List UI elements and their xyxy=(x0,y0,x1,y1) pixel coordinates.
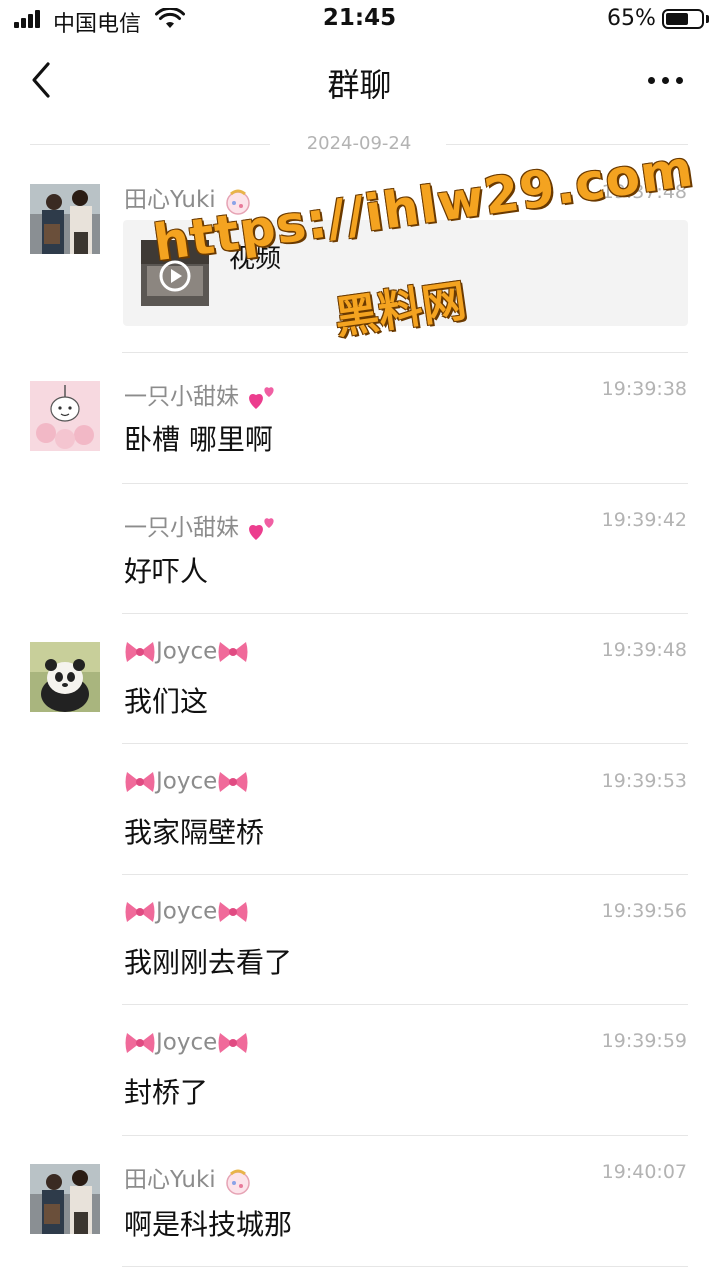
message-separator xyxy=(122,483,688,484)
message-text: 卧槽 哪里啊 xyxy=(124,423,273,456)
sender-name-text: 一只小甜妹 xyxy=(124,384,239,410)
video-message-card[interactable]: 视频 xyxy=(123,220,688,326)
sender-name-text: Joyce xyxy=(156,638,218,665)
battery-fill xyxy=(666,13,689,25)
message-text: 我家隔壁桥 xyxy=(124,816,265,849)
ribbon-icon xyxy=(125,902,155,922)
message-separator xyxy=(122,352,688,353)
message-text: 啊是科技城那 xyxy=(124,1208,293,1241)
sender-name: Joyce xyxy=(124,898,249,926)
sender-name: Joyce xyxy=(124,768,249,796)
sender-name-text: Joyce xyxy=(156,1029,218,1056)
sender-name-text: 一只小甜妹 xyxy=(124,515,239,541)
message-separator xyxy=(122,874,688,875)
message-separator xyxy=(122,1004,688,1005)
message-separator xyxy=(122,1266,688,1267)
ribbon-icon xyxy=(218,772,248,792)
ribbon-icon xyxy=(218,642,248,662)
message-time: 19:39:38 xyxy=(601,378,687,400)
page-title: 群聊 xyxy=(327,66,392,104)
message-separator xyxy=(122,1135,688,1136)
sender-name: Joyce xyxy=(124,638,249,666)
sender-name-text: Joyce xyxy=(156,898,218,925)
sender-name-text: 田心Yuki xyxy=(124,1167,216,1193)
message-time: 19:39:56 xyxy=(601,900,687,922)
message-time: 19:39:59 xyxy=(601,1030,687,1052)
sender-name-text: Joyce xyxy=(156,768,218,795)
message-separator xyxy=(122,613,688,614)
message-time: 19:39:53 xyxy=(601,770,687,792)
panda-avatar[interactable] xyxy=(30,642,100,712)
status-bar: 中国电信 21:45 65% xyxy=(0,0,719,40)
ribbon-icon xyxy=(218,902,248,922)
battery-icon xyxy=(662,9,704,29)
cartoon-pink-avatar[interactable] xyxy=(30,381,100,451)
message-time: 19:39:48 xyxy=(601,639,687,661)
message-text: 我刚刚去看了 xyxy=(124,946,293,979)
ribbon-icon xyxy=(218,1033,248,1053)
sender-name: Joyce xyxy=(124,1029,249,1057)
sender-name: 田心Yuki xyxy=(124,1160,253,1196)
battery-cap xyxy=(706,15,709,23)
more-dots-icon[interactable] xyxy=(640,66,690,94)
message-text: 好吓人 xyxy=(124,555,209,588)
nav-bar: 群聊 xyxy=(0,40,719,120)
video-thumbnail xyxy=(141,240,209,306)
message-time: 19:40:07 xyxy=(601,1161,687,1183)
sender-name-text: 田心Yuki xyxy=(124,187,216,213)
message-separator xyxy=(122,743,688,744)
balloon-gift-icon xyxy=(226,189,250,215)
sender-name: 田心Yuki xyxy=(124,180,253,216)
battery-percent: 65% xyxy=(607,6,656,31)
two-hearts-icon xyxy=(249,517,274,540)
message-time: 19:37:48 xyxy=(601,181,687,203)
sender-name: 一只小甜妹 xyxy=(124,508,278,544)
two-hearts-icon xyxy=(249,386,274,409)
sender-name: 一只小甜妹 xyxy=(124,377,278,413)
couple-photo-avatar[interactable] xyxy=(30,184,100,254)
ribbon-icon xyxy=(125,772,155,792)
message-text: 封桥了 xyxy=(124,1076,209,1109)
ribbon-icon xyxy=(125,1033,155,1053)
video-label: 视频 xyxy=(229,244,282,274)
message-text: 我们这 xyxy=(124,685,209,718)
ribbon-icon xyxy=(125,642,155,662)
couple-photo-avatar[interactable] xyxy=(30,1164,100,1234)
date-divider: 2024-09-24 xyxy=(30,128,688,162)
divider-line-right xyxy=(446,144,688,145)
balloon-gift-icon xyxy=(226,1169,250,1195)
message-time: 19:39:42 xyxy=(601,509,687,531)
